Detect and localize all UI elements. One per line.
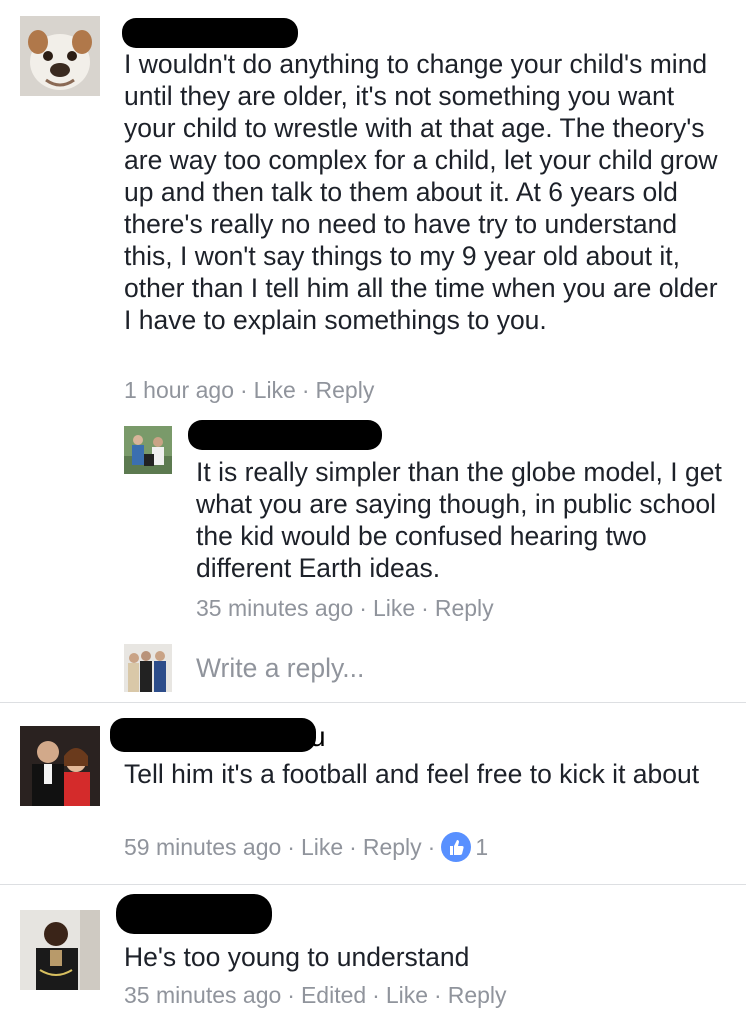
divider (0, 884, 746, 885)
like-link[interactable]: Like (254, 377, 296, 404)
bulldog-photo (20, 16, 100, 96)
timestamp[interactable]: 35 minutes ago (196, 595, 353, 622)
selfie-photo (20, 910, 100, 990)
commenter-avatar[interactable] (20, 16, 100, 96)
reply-avatar[interactable] (124, 426, 172, 474)
my-avatar (124, 644, 172, 692)
separator: · (421, 595, 429, 621)
reply-input[interactable]: Write a reply... (196, 653, 364, 684)
comment-text: I wouldn't do anything to change your ch… (124, 49, 718, 335)
reaction-count: 1 (475, 834, 489, 860)
redacted-name (188, 420, 382, 450)
comment-text: He's too young to understand (124, 942, 470, 972)
comment-meta: 1 hour ago · Like · Reply (124, 377, 374, 404)
reply-meta: 35 minutes ago · Like · Reply (196, 595, 494, 622)
divider (0, 702, 746, 703)
reply-link[interactable]: Reply (363, 834, 422, 861)
timestamp[interactable]: 1 hour ago (124, 377, 234, 404)
separator: · (427, 834, 436, 860)
separator: · (359, 595, 367, 621)
commenter-name-fragment[interactable]: u (310, 721, 326, 753)
like-link[interactable]: Like (301, 834, 343, 861)
comment-meta: 59 minutes ago · Like · Reply · 1 (124, 832, 488, 862)
redacted-name (110, 718, 316, 752)
redacted-name (116, 894, 272, 934)
redacted-name (122, 18, 298, 48)
family-photo (124, 426, 172, 474)
reply-link[interactable]: Reply (435, 595, 494, 622)
like-link[interactable]: Like (373, 595, 415, 622)
separator: · (349, 834, 357, 860)
separator: · (301, 377, 310, 403)
timestamp[interactable]: 59 minutes ago (124, 834, 281, 861)
commenter-avatar[interactable] (20, 910, 100, 990)
comment-text: Tell him it's a football and feel free t… (124, 759, 700, 789)
commenter-avatar[interactable] (20, 726, 100, 806)
father-daughter-photo (20, 726, 100, 806)
thumbs-up-icon[interactable] (441, 832, 472, 862)
separator: · (287, 834, 295, 860)
reply-text: It is really simpler than the globe mode… (196, 457, 722, 583)
separator: · (239, 377, 248, 403)
group-photo (124, 644, 172, 692)
reply-link[interactable]: Reply (316, 377, 375, 404)
